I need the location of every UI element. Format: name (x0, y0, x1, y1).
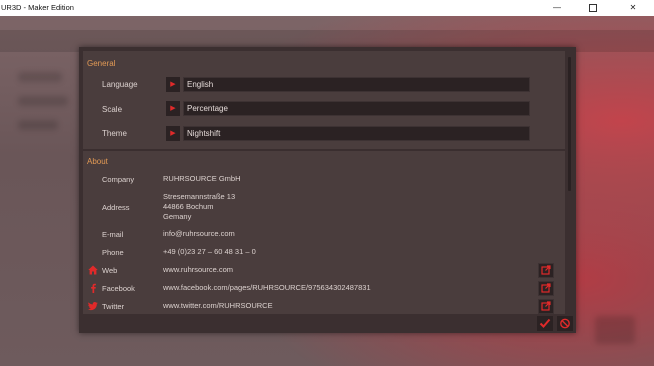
theme-arrow-button[interactable]: ▶ (166, 126, 180, 141)
scale-arrow-button[interactable]: ▶ (166, 101, 180, 116)
facebook-link[interactable]: www.facebook.com/pages/RUHRSOURCE/975634… (163, 283, 371, 293)
phone-value: +49 (0)23 27 – 60 48 31 – 0 (163, 247, 256, 256)
external-link-icon (541, 283, 551, 293)
scale-select[interactable]: Percentage (183, 101, 530, 116)
address-label: Address (102, 203, 130, 212)
settings-content: General Language ▶ English Scale ▶ Perce… (83, 51, 565, 314)
facebook-label: Facebook (102, 284, 135, 293)
about-heading: About (87, 157, 108, 166)
language-arrow-button[interactable]: ▶ (166, 77, 180, 92)
background-blur (595, 316, 635, 344)
twitter-label: Twitter (102, 302, 125, 311)
language-label: Language (102, 80, 138, 89)
company-label: Company (102, 175, 135, 184)
twitter-link[interactable]: www.twitter.com/RUHRSOURCE (163, 301, 273, 311)
address-line-2: 44866 Bochum (163, 202, 214, 211)
company-value: RUHRSOURCE GmbH (163, 174, 241, 183)
address-line-3: Gemany (163, 212, 192, 221)
window-title: UR3D - Maker Edition (1, 3, 74, 12)
theme-label: Theme (102, 129, 127, 138)
open-twitter-button[interactable] (538, 299, 554, 314)
vertical-scrollbar[interactable] (566, 51, 573, 314)
confirm-button[interactable] (537, 316, 553, 331)
play-arrow-icon: ▶ (170, 81, 176, 88)
scale-label: Scale (102, 105, 123, 114)
web-label: Web (102, 266, 118, 275)
general-heading: General (87, 59, 116, 68)
external-link-icon (541, 301, 551, 311)
background-blur (18, 72, 62, 82)
email-label: E-mail (102, 230, 124, 239)
external-link-icon (541, 265, 551, 275)
section-divider (83, 149, 565, 151)
settings-dialog: General Language ▶ English Scale ▶ Perce… (79, 47, 576, 333)
home-icon (88, 265, 98, 275)
theme-select[interactable]: Nightshift (183, 126, 530, 141)
checkmark-icon (539, 318, 551, 328)
close-button[interactable]: ✕ (618, 0, 648, 16)
email-value: info@ruhrsource.com (163, 229, 235, 238)
open-web-button[interactable] (538, 263, 554, 278)
cancel-icon (560, 318, 570, 329)
background-blur (18, 96, 68, 106)
language-select[interactable]: English (183, 77, 530, 92)
cancel-button[interactable] (557, 316, 573, 331)
phone-label: Phone (102, 248, 124, 257)
address-line-1: Stresemannstraße 13 (163, 192, 236, 201)
background-blur (18, 120, 58, 130)
open-facebook-button[interactable] (538, 281, 554, 296)
maximize-icon (589, 3, 597, 12)
play-arrow-icon: ▶ (170, 130, 176, 137)
maximize-button[interactable] (578, 0, 608, 16)
minimize-button[interactable]: — (542, 0, 572, 16)
window-title-bar: UR3D - Maker Edition — ✕ (0, 0, 654, 16)
scrollbar-thumb[interactable] (568, 57, 571, 191)
dialog-footer (83, 316, 573, 332)
play-arrow-icon: ▶ (170, 105, 176, 112)
facebook-icon (91, 283, 96, 293)
web-link[interactable]: www.ruhrsource.com (163, 265, 233, 275)
twitter-icon (88, 302, 98, 311)
